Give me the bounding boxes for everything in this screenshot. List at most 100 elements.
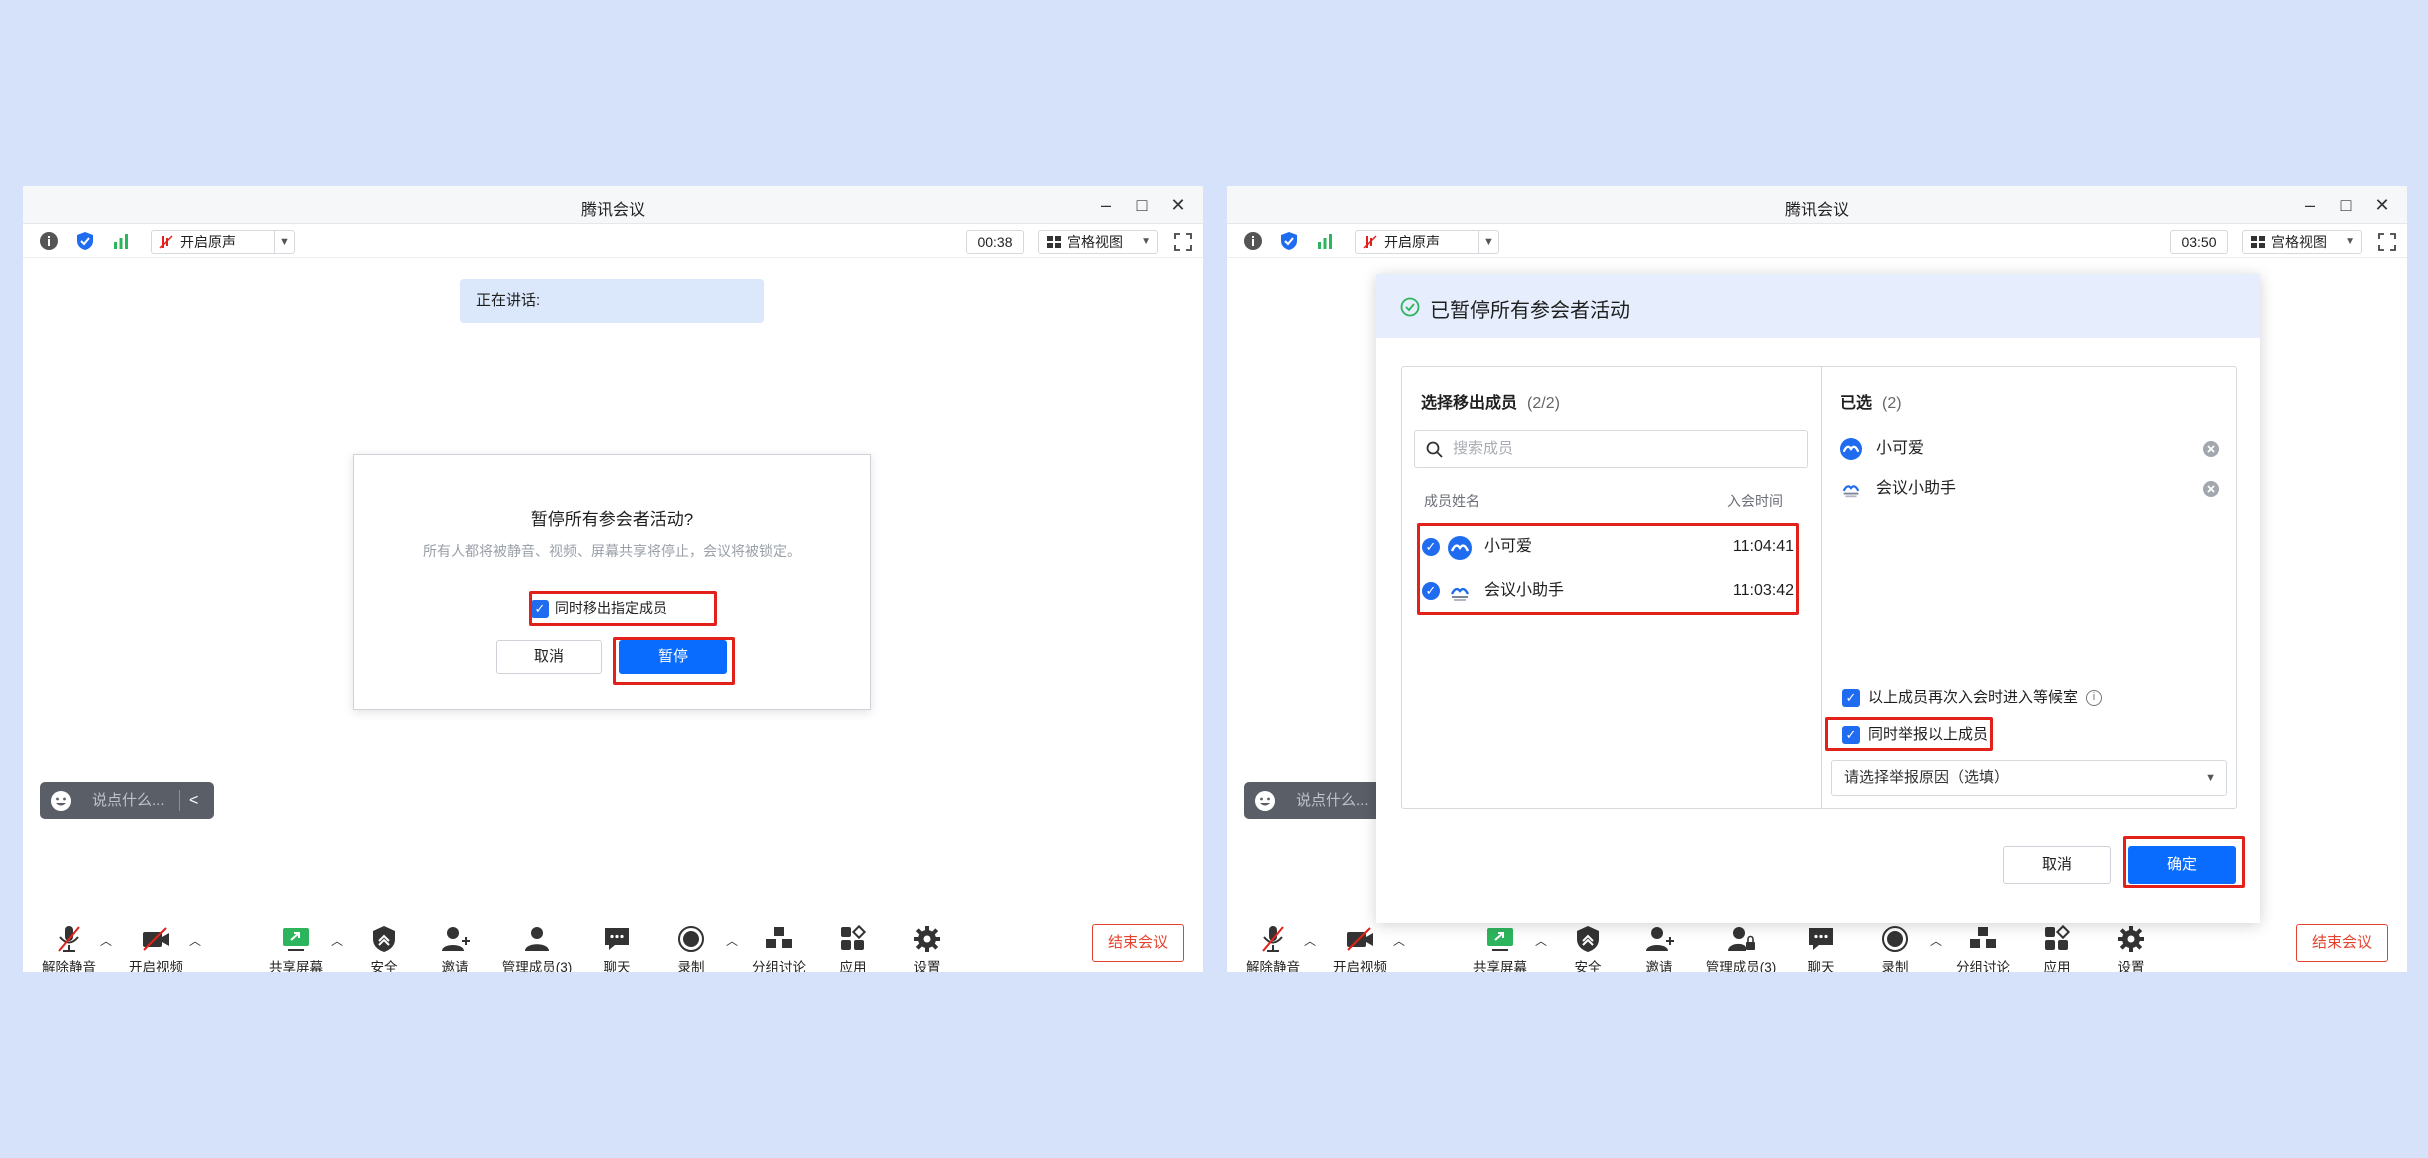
- meeting-window-right: 腾讯会议 – □ ✕ 开启原声 ▼ 03:50 宫格视图 ▼ 说点什么... 解…: [1227, 186, 2407, 972]
- end-meeting-button[interactable]: 结束会议: [2296, 924, 2388, 962]
- settings-label: 设置: [913, 960, 941, 972]
- emoji-icon[interactable]: [50, 790, 72, 812]
- assistant-logo-icon: [1450, 587, 1470, 601]
- minimize-icon[interactable]: –: [2297, 192, 2323, 218]
- share-screen-icon: [1487, 928, 1513, 951]
- remove-circle-icon[interactable]: [2202, 480, 2220, 498]
- pause-button[interactable]: 暂停: [619, 640, 727, 674]
- unmute-label: 解除静音: [42, 960, 96, 972]
- emoji-icon[interactable]: [1254, 790, 1276, 812]
- signal-icon[interactable]: [111, 231, 131, 251]
- chevron-down-icon: ▼: [2345, 236, 2355, 247]
- view-mode-button[interactable]: 宫格视图 ▼: [2242, 230, 2362, 254]
- breakout-icon: [766, 927, 792, 948]
- window-title: 腾讯会议: [1784, 202, 1849, 219]
- checkbox-checked-icon[interactable]: ✓: [1842, 689, 1860, 708]
- apps-icon: [2045, 924, 2071, 950]
- original-sound-button[interactable]: 开启原声 ▼: [1355, 230, 1499, 254]
- member-search-input[interactable]: 搜索成员: [1414, 430, 1808, 468]
- report-members-option[interactable]: ✓ 同时举报以上成员: [1842, 723, 1989, 745]
- fullscreen-icon[interactable]: [1173, 232, 1193, 252]
- invite-button[interactable]: 邀请: [409, 920, 501, 972]
- shield-icon[interactable]: [75, 231, 95, 251]
- apps-icon: [841, 924, 867, 950]
- settings-label: 设置: [2117, 960, 2145, 972]
- collapse-arrow-icon[interactable]: <: [189, 782, 198, 819]
- settings-button[interactable]: 设置: [881, 920, 973, 972]
- top-toolbar: 开启原声 ▼ 00:38 宫格视图 ▼: [23, 224, 1203, 258]
- column-header-name: 成员姓名: [1424, 493, 1480, 509]
- info-icon[interactable]: i: [2086, 690, 2103, 707]
- record-icon: [1882, 926, 1908, 952]
- record-label: 录制: [677, 960, 705, 972]
- share-screen-button[interactable]: 共享屏幕: [250, 920, 342, 972]
- close-icon[interactable]: ✕: [2369, 192, 2395, 218]
- search-icon: [1426, 441, 1443, 458]
- fullscreen-icon[interactable]: [2377, 232, 2397, 252]
- cancel-button[interactable]: 取消: [496, 640, 602, 674]
- remove-members-option[interactable]: ✓ 同时移出指定成员: [531, 598, 667, 619]
- gear-icon: [2118, 926, 2144, 952]
- member-name: 会议小助手: [1484, 582, 1565, 599]
- chevron-down-icon: ▼: [2205, 772, 2216, 784]
- report-reason-select[interactable]: 请选择举报原因（选填） ▼: [1831, 760, 2227, 796]
- info-icon[interactable]: [1243, 231, 1263, 251]
- settings-button[interactable]: 设置: [2085, 920, 2177, 972]
- top-toolbar: 开启原声 ▼ 03:50 宫格视图 ▼: [1227, 224, 2407, 258]
- confirm-button[interactable]: 确定: [2128, 846, 2236, 884]
- maximize-icon[interactable]: □: [1129, 192, 1155, 218]
- chevron-up-icon[interactable]: ︿: [1391, 932, 1407, 948]
- dialog-title: 暂停所有参会者活动?: [530, 510, 694, 529]
- panel-title: 已暂停所有参会者活动: [1430, 300, 1630, 322]
- cancel-button[interactable]: 取消: [2003, 846, 2111, 884]
- chat-icon: [605, 928, 629, 950]
- close-icon[interactable]: ✕: [1165, 192, 1191, 218]
- speaking-indicator: 正在讲话:: [460, 279, 764, 323]
- view-mode-button[interactable]: 宫格视图 ▼: [1038, 230, 1158, 254]
- mic-off-icon: [159, 235, 173, 249]
- share-screen-button[interactable]: 共享屏幕: [1454, 920, 1546, 972]
- record-button[interactable]: 录制: [1849, 920, 1941, 972]
- remove-members-label: 同时移出指定成员: [555, 600, 667, 616]
- info-icon[interactable]: [39, 231, 59, 251]
- shield-icon[interactable]: [1279, 231, 1299, 251]
- checkbox-checked-icon[interactable]: ✓: [531, 600, 549, 619]
- remove-members-count: (2/2): [1527, 395, 1560, 412]
- checkbox-checked-icon[interactable]: ✓: [1842, 726, 1860, 745]
- record-button[interactable]: 录制: [645, 920, 737, 972]
- manage-members-button[interactable]: 管理成员(3): [491, 920, 583, 972]
- manage-members-label: 管理成员(3): [501, 960, 573, 972]
- checkbox-checked-icon[interactable]: ✓: [1422, 582, 1440, 600]
- member-selection-box: 选择移出成员 (2/2) 搜索成员 成员姓名 入会时间 ✓ 小可爱 11:04:4…: [1401, 366, 2237, 809]
- member-row[interactable]: ✓ 小可爱 11:04:41: [1414, 526, 1808, 568]
- divider: [1821, 367, 1822, 808]
- chevron-down-icon[interactable]: ▼: [274, 230, 294, 254]
- meeting-timer: 00:38: [966, 230, 1024, 254]
- title-bar: 腾讯会议 – □ ✕: [23, 186, 1203, 224]
- record-label: 录制: [1881, 960, 1909, 972]
- invite-icon: [442, 927, 470, 951]
- divider: [179, 790, 180, 811]
- member-join-time: 11:03:42: [1732, 582, 1794, 599]
- chevron-down-icon[interactable]: ▼: [1478, 230, 1498, 254]
- report-members-label: 同时举报以上成员: [1868, 726, 1989, 743]
- member-row[interactable]: ✓ 会议小助手 11:03:42: [1414, 570, 1808, 612]
- invite-button[interactable]: 邀请: [1613, 920, 1705, 972]
- chat-input-pill[interactable]: 说点什么... <: [40, 782, 214, 819]
- selected-member-row: 会议小助手: [1840, 469, 2220, 509]
- signal-icon[interactable]: [1315, 231, 1335, 251]
- checkbox-checked-icon[interactable]: ✓: [1422, 538, 1440, 556]
- members-icon: [525, 927, 549, 951]
- member-name: 小可爱: [1484, 538, 1533, 555]
- original-sound-button[interactable]: 开启原声 ▼: [151, 230, 295, 254]
- share-screen-icon: [283, 928, 309, 951]
- remove-members-heading: 选择移出成员: [1421, 395, 1518, 412]
- manage-members-button[interactable]: 管理成员(3): [1695, 920, 1787, 972]
- end-meeting-button[interactable]: 结束会议: [1092, 924, 1184, 962]
- gear-icon: [914, 926, 940, 952]
- maximize-icon[interactable]: □: [2333, 192, 2359, 218]
- chevron-up-icon[interactable]: ︿: [187, 932, 203, 948]
- waiting-room-option[interactable]: ✓ 以上成员再次入会时进入等候室 i: [1842, 686, 2103, 708]
- remove-circle-icon[interactable]: [2202, 440, 2220, 458]
- minimize-icon[interactable]: –: [1093, 192, 1119, 218]
